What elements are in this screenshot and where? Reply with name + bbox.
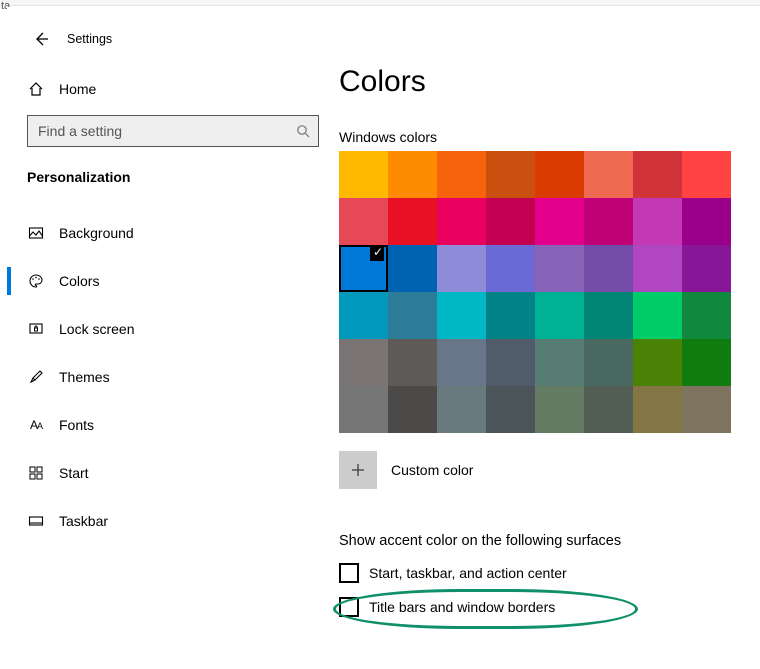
color-swatch[interactable] [388,151,437,198]
color-swatch[interactable] [486,198,535,245]
color-swatch[interactable] [339,198,388,245]
custom-color-label: Custom color [391,462,473,478]
color-swatch[interactable] [388,386,437,433]
color-swatch[interactable] [437,151,486,198]
taskbar-icon [27,513,45,529]
color-swatch[interactable] [535,292,584,339]
checkbox-start-taskbar[interactable] [339,563,359,583]
nav-item-lock-screen[interactable]: Lock screen [7,305,339,353]
nav-list: Background Colors Lock screen Themes [7,209,339,545]
lock-screen-icon [27,321,45,337]
color-swatch[interactable] [486,339,535,386]
color-swatch[interactable] [486,386,535,433]
check-row-start-taskbar: Start, taskbar, and action center [339,563,746,583]
check-row-title-bars: Title bars and window borders [339,597,746,617]
nav-label: Themes [59,369,110,385]
color-swatch[interactable] [633,198,682,245]
page-title: Colors [339,65,746,99]
color-swatch[interactable] [388,198,437,245]
color-swatch[interactable] [682,245,731,292]
color-swatch[interactable] [535,386,584,433]
color-swatch[interactable] [486,292,535,339]
color-swatch[interactable] [437,292,486,339]
color-swatch[interactable] [682,339,731,386]
accent-surfaces-label: Show accent color on the following surfa… [339,533,746,549]
nav-label: Taskbar [59,513,108,529]
color-swatch[interactable] [584,386,633,433]
color-swatch[interactable] [535,245,584,292]
color-swatch[interactable] [633,292,682,339]
color-swatch[interactable] [388,245,437,292]
settings-window: Settings Home Personalization Background [7,7,756,669]
color-swatch[interactable] [437,198,486,245]
home-label: Home [59,81,96,97]
color-swatch[interactable] [584,198,633,245]
custom-color-row: Custom color [339,451,746,489]
color-swatch[interactable] [633,151,682,198]
search-box[interactable] [27,115,319,147]
color-swatch[interactable]: ✓ [339,245,388,292]
color-swatch[interactable] [388,292,437,339]
content-pane: Colors Windows colors ✓ Custom color Sho… [339,7,756,669]
checkbox-title-bars[interactable] [339,597,359,617]
nav-item-start[interactable]: Start [7,449,339,497]
color-swatch[interactable] [437,245,486,292]
sidebar: Settings Home Personalization Background [7,7,339,669]
color-swatch[interactable] [339,292,388,339]
home-icon [27,81,45,97]
color-swatch[interactable] [339,151,388,198]
color-swatch[interactable] [437,386,486,433]
back-arrow-icon [33,31,49,47]
palette-icon [27,273,45,289]
fonts-icon: AA [27,418,45,432]
nav-label: Colors [59,273,99,289]
color-swatch[interactable] [682,151,731,198]
back-button[interactable] [25,23,57,55]
custom-color-button[interactable] [339,451,377,489]
color-swatch[interactable] [535,339,584,386]
start-icon [27,466,45,480]
home-link[interactable]: Home [7,69,339,109]
color-swatch[interactable] [437,339,486,386]
color-swatch[interactable] [486,245,535,292]
color-swatch[interactable] [535,151,584,198]
nav-item-taskbar[interactable]: Taskbar [7,497,339,545]
app-title: Settings [67,32,112,46]
color-swatch[interactable] [339,339,388,386]
color-swatch[interactable] [682,198,731,245]
color-swatch[interactable] [682,386,731,433]
color-swatch[interactable] [486,151,535,198]
color-swatch[interactable] [682,292,731,339]
color-swatch[interactable] [633,245,682,292]
search-input[interactable] [36,122,296,140]
nav-label: Fonts [59,417,94,433]
color-swatch[interactable] [584,339,633,386]
color-swatch[interactable] [584,151,633,198]
checkbox-label: Title bars and window borders [369,599,555,615]
windows-colors-label: Windows colors [339,129,746,145]
nav-item-fonts[interactable]: AA Fonts [7,401,339,449]
color-swatch[interactable] [584,245,633,292]
color-grid: ✓ [339,151,731,433]
color-swatch[interactable] [633,339,682,386]
brush-icon [27,369,45,385]
category-title: Personalization [7,147,339,191]
color-swatch[interactable] [584,292,633,339]
color-swatch[interactable] [535,198,584,245]
header-row: Settings [7,19,339,59]
checkbox-label: Start, taskbar, and action center [369,565,567,581]
nav-label: Lock screen [59,321,134,337]
nav-label: Start [59,465,89,481]
checkmark-icon: ✓ [373,245,383,259]
color-swatch[interactable] [633,386,682,433]
search-icon [296,124,310,138]
nav-item-background[interactable]: Background [7,209,339,257]
nav-label: Background [59,225,134,241]
color-swatch[interactable] [388,339,437,386]
picture-icon [27,225,45,241]
plus-icon [350,462,366,478]
color-swatch[interactable] [339,386,388,433]
nav-item-colors[interactable]: Colors [7,257,339,305]
nav-item-themes[interactable]: Themes [7,353,339,401]
